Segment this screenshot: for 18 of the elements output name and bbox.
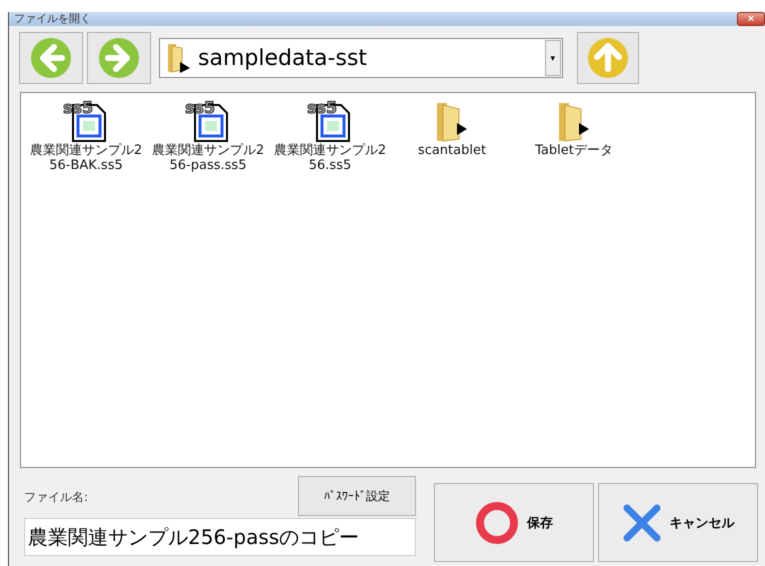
forward-button[interactable]: [87, 32, 151, 84]
folder-name[interactable]: scantablet: [392, 143, 512, 158]
file-name[interactable]: 農業関連サンプル256-BAK.ss5: [26, 143, 146, 173]
folder-name[interactable]: Tabletデータ: [514, 143, 634, 158]
cancel-button[interactable]: キャンセル: [598, 483, 758, 562]
dropdown-button[interactable]: ▾: [545, 40, 561, 76]
save-button[interactable]: 保存: [434, 483, 594, 562]
circle-icon: [475, 500, 519, 544]
filename-field[interactable]: 農業関連サンプル256-passのコピー: [24, 518, 416, 556]
cross-icon: [622, 502, 662, 542]
filename-label: ファイル名:: [24, 489, 88, 506]
password-button[interactable]: ﾊﾟｽﾜｰﾄﾞ設定: [298, 476, 416, 516]
back-button[interactable]: [19, 32, 83, 84]
up-button[interactable]: [577, 32, 639, 84]
file-name[interactable]: 農業関連サンプル256-pass.ss5: [148, 143, 268, 173]
window-title: ファイルを開く: [14, 12, 91, 26]
file-name[interactable]: 農業関連サンプル256.ss5: [270, 143, 390, 173]
path-combobox[interactable]: sampledata-sst ▾: [159, 38, 563, 78]
